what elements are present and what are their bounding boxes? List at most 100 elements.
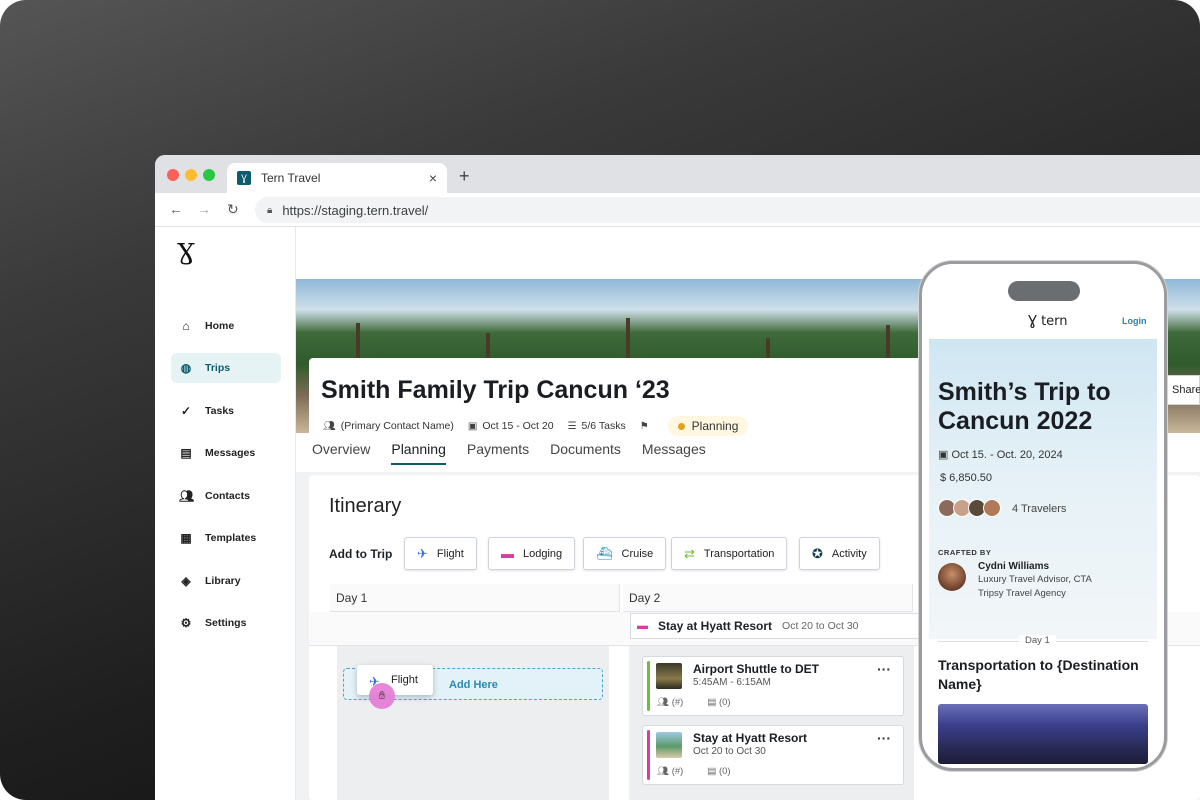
add-activity-button[interactable]: ✪ Activity [799, 537, 880, 570]
advisor-avatar [938, 563, 966, 591]
lock-icon: 🔒︎ [267, 204, 273, 216]
trip-dates: Oct 15 - Oct 20 [482, 420, 554, 432]
page-title: Smith Family Trip Cancun ‘23 [321, 376, 670, 404]
layers-icon: ◈ [181, 574, 191, 588]
tab-planning[interactable]: Planning [391, 441, 446, 465]
button-label: Cruise [621, 547, 654, 560]
itinerary-card[interactable]: Airport Shuttle to DET 5:45AM - 6:15AM 👥… [642, 656, 904, 716]
comment-icon: ▤ (0) [707, 766, 731, 777]
check-circle-icon: ✓ [180, 404, 192, 418]
avatar [983, 499, 1001, 517]
card-subtitle: Oct 20 to Oct 30 [693, 746, 766, 757]
plane-icon: ✈ [417, 545, 428, 561]
stay-banner-dates: Oct 20 to Oct 30 [782, 620, 859, 632]
calendar-icon: ▣ [467, 420, 478, 432]
add-flight-button[interactable]: ✈ Flight [404, 537, 477, 570]
close-window-dot[interactable] [167, 169, 179, 181]
sidebar-item-templates[interactable]: ▦ Templates [171, 523, 281, 553]
tab-payments[interactable]: Payments [467, 441, 529, 465]
globe-icon: ◍ [180, 361, 192, 375]
gear-icon: ⚙ [180, 616, 192, 630]
swap-arrows-icon: ⇄ [684, 545, 695, 561]
dynamic-island [1008, 281, 1080, 301]
crafted-by-label: CRAFTED BY [938, 548, 992, 557]
sidebar-item-label: Trips [205, 362, 231, 374]
back-icon[interactable]: ← [169, 201, 183, 217]
stay-banner[interactable]: ▬ Stay at Hyatt Resort Oct 20 to Oct 30 [630, 613, 930, 639]
message-icon: ▤ [180, 446, 192, 460]
add-to-trip-label: Add to Trip [329, 547, 393, 561]
reload-icon[interactable]: ↻ [227, 201, 239, 218]
sidebar-item-label: Library [205, 575, 241, 587]
tab-messages[interactable]: Messages [642, 441, 706, 465]
card-title: Stay at Hyatt Resort [693, 731, 808, 745]
status-badge[interactable]: Planning [667, 416, 749, 436]
new-tab-icon[interactable]: + [459, 166, 470, 187]
sidebar-item-messages[interactable]: ▤ Messages [171, 438, 281, 468]
flag-meta: ⚑ [640, 421, 654, 432]
tern-logo[interactable]: Ɣ [177, 239, 196, 269]
more-options-icon[interactable]: ··· [877, 730, 891, 746]
share-button[interactable]: Share [1163, 375, 1200, 405]
url-field[interactable]: 🔒︎ https://staging.tern.travel/ [255, 197, 1200, 223]
button-label: Activity [831, 547, 867, 560]
card-footer: 👥︎ (#) ▤ (0) [657, 766, 755, 777]
add-cruise-button[interactable]: ⛴ Cruise [583, 537, 667, 570]
sidebar-item-home[interactable]: ⌂ Home [171, 311, 281, 341]
tab-documents[interactable]: Documents [550, 441, 621, 465]
tab-overview[interactable]: Overview [312, 441, 370, 465]
card-subtitle: 5:45AM - 6:15AM [693, 677, 771, 688]
url-text: https://staging.tern.travel/ [282, 202, 429, 218]
tab-title: Tern Travel [261, 171, 321, 185]
people-icon: 👥︎ [323, 420, 336, 432]
card-travelers: (#) [671, 697, 684, 708]
contact-name[interactable]: (Primary Contact Name) [341, 420, 454, 432]
add-lodging-button[interactable]: ▬ Lodging [488, 537, 576, 570]
login-link[interactable]: Login [1122, 316, 1147, 326]
minimize-window-dot[interactable] [185, 169, 197, 181]
sidebar-item-contacts[interactable]: 👥︎ Contacts [171, 481, 281, 511]
browser-tab[interactable]: Ɣ Tern Travel × [227, 163, 447, 193]
close-tab-icon[interactable]: × [429, 170, 437, 186]
comment-icon: ▤ (0) [707, 697, 731, 708]
category-bar [647, 661, 650, 711]
itinerary-title: Itinerary [329, 495, 402, 517]
add-transportation-button[interactable]: ⇄ Transportation [671, 537, 788, 570]
sidebar-item-library[interactable]: ◈ Library [171, 566, 281, 596]
dates-meta: ▣ Oct 15 - Oct 20 [468, 420, 554, 432]
day-header: Day 2 [623, 584, 913, 612]
sidebar-item-trips[interactable]: ◍ Trips [171, 353, 281, 383]
phone-header [922, 264, 1164, 344]
list-icon: ☰ [567, 420, 577, 432]
card-travelers: (#) [671, 766, 684, 777]
more-options-icon[interactable]: ··· [877, 661, 891, 677]
button-label: Flight [436, 547, 464, 560]
chip-label: Flight [391, 674, 418, 686]
sidebar: Ɣ ⌂ Home ◍ Trips ✓ Tasks ▤ Messages 👥︎ Contac… [155, 227, 296, 800]
card-thumbnail [656, 663, 682, 689]
address-bar: ← → ↻ 🔒︎ https://staging.tern.travel/ [155, 193, 1200, 227]
maximize-window-dot[interactable] [203, 169, 215, 181]
status-dot-icon [677, 422, 685, 430]
status-label: Planning [691, 419, 739, 433]
phone-mockup: Ɣ tern Login Smith’s Trip to Cancun 2022… [919, 261, 1167, 771]
trip-tasks[interactable]: 5/6 Tasks [582, 420, 626, 432]
phone-trip-price: $ 6,850.50 [940, 472, 992, 484]
phone-trip-dates: ▣ Oct 15. - Oct. 20, 2024 [938, 448, 1063, 461]
browser-tab-bar: Ɣ Tern Travel × + [155, 155, 1200, 193]
sidebar-item-tasks[interactable]: ✓ Tasks [171, 396, 281, 426]
ticket-icon: ✪ [812, 545, 823, 561]
card-title: Airport Shuttle to DET [693, 662, 819, 676]
stay-banner-title: Stay at Hyatt Resort [658, 619, 773, 633]
sidebar-item-label: Home [205, 320, 235, 332]
itinerary-card[interactable]: Stay at Hyatt Resort Oct 20 to Oct 30 👥︎… [642, 725, 904, 785]
forward-icon[interactable]: → [197, 201, 211, 217]
button-label: Lodging [523, 547, 563, 560]
card-footer: 👥︎ (#) ▤ (0) [657, 697, 755, 708]
contact-meta: 👥︎ (Primary Contact Name) [323, 420, 454, 432]
people-icon: 👥︎ [179, 489, 195, 503]
calendar-icon: ▣ [938, 449, 952, 461]
bed-icon: ▬ [501, 546, 514, 561]
card-comments: (0) [718, 697, 731, 708]
sidebar-item-settings[interactable]: ⚙ Settings [171, 608, 281, 638]
